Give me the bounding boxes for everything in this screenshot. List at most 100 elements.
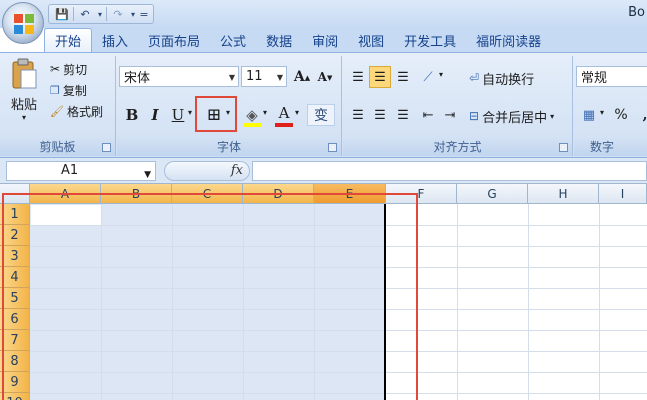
increase-indent-button[interactable]: ⇥ xyxy=(439,104,461,126)
copy-icon: ❐ xyxy=(50,83,60,97)
chevron-down-icon: ▼ xyxy=(228,73,235,82)
fill-dropdown-icon[interactable]: ▾ xyxy=(263,108,267,117)
ribbon: 粘贴 ▾ ✂ 剪切 ❐ 复制 🖌 格式刷 剪贴板 宋体 ▼ 11 ▼ A ▲ A ▼… xyxy=(0,52,647,158)
copy-button[interactable]: ❐ 复制 xyxy=(50,81,87,99)
title-bar: 💾 ↶ ▾ ↷ ▾ = Bo xyxy=(0,0,647,28)
office-logo-icon xyxy=(14,14,34,34)
brush-icon: 🖌 xyxy=(50,104,64,118)
chevron-down-icon: ▾ xyxy=(550,111,555,121)
undo-dropdown-icon[interactable]: ▾ xyxy=(96,6,104,22)
alignment-launcher-icon[interactable] xyxy=(559,143,568,152)
office-button[interactable] xyxy=(2,2,44,44)
shrink-font-button[interactable]: A ▼ xyxy=(314,66,336,88)
currency-icon: ▦ xyxy=(582,107,596,123)
grow-font-button[interactable]: A ▲ xyxy=(291,66,313,88)
paste-icon xyxy=(12,58,37,89)
align-right-button[interactable]: ☰ xyxy=(392,104,414,126)
alignment-group-label: 对齐方式 xyxy=(343,138,572,156)
font-name-combo[interactable]: 宋体 ▼ xyxy=(119,66,239,87)
column-header-g[interactable]: G xyxy=(457,184,528,204)
align-top-icon: ☰ xyxy=(352,69,364,85)
tab-view[interactable]: 视图 xyxy=(348,28,394,52)
font-color-swatch xyxy=(275,123,293,127)
customize-qat-icon[interactable]: = xyxy=(139,6,149,22)
number-format-combo[interactable]: 常规 xyxy=(576,66,647,87)
italic-button[interactable]: I xyxy=(144,104,166,126)
tab-home[interactable]: 开始 xyxy=(44,28,93,52)
align-top-button[interactable]: ☰ xyxy=(347,66,369,88)
tab-foxit-reader[interactable]: 福昕阅读器 xyxy=(466,28,551,52)
fx-icon: fx xyxy=(230,163,243,178)
align-bottom-button[interactable]: ☰ xyxy=(392,66,414,88)
comma-icon: , xyxy=(642,107,647,123)
scissors-icon: ✂ xyxy=(50,62,61,76)
redo-icon[interactable]: ↷ xyxy=(109,6,127,22)
clipboard-launcher-icon[interactable] xyxy=(102,143,111,152)
align-right-icon: ☰ xyxy=(397,107,409,123)
currency-button[interactable]: ▦ xyxy=(578,104,600,126)
align-left-button[interactable]: ☰ xyxy=(347,104,369,126)
tab-page-layout[interactable]: 页面布局 xyxy=(138,28,210,52)
shrink-font-icon: A xyxy=(317,70,327,84)
align-center-button[interactable]: ☰ xyxy=(369,104,391,126)
decrease-indent-icon: ⇤ xyxy=(422,107,434,123)
tab-developer[interactable]: 开发工具 xyxy=(394,28,466,52)
quick-access-toolbar: 💾 ↶ ▾ ↷ ▾ = xyxy=(48,4,154,24)
increase-indent-icon: ⇥ xyxy=(444,107,456,123)
tab-insert[interactable]: 插入 xyxy=(92,28,138,52)
chevron-down-icon: ▼ xyxy=(276,73,283,82)
paste-dropdown-icon: ▾ xyxy=(21,113,26,122)
borders-highlight-box xyxy=(195,96,237,132)
format-painter-label: 格式刷 xyxy=(66,104,103,119)
column-header-h[interactable]: H xyxy=(528,184,599,204)
spreadsheet-grid[interactable]: A B C D E F G H I 1 2 3 4 5 6 7 8 9 10 xyxy=(0,184,647,400)
percent-button[interactable]: % xyxy=(610,104,632,126)
font-color-dropdown-icon[interactable]: ▾ xyxy=(295,108,299,117)
font-color-icon: A xyxy=(278,104,290,122)
align-middle-button[interactable]: ☰ xyxy=(369,66,391,88)
number-format-value: 常规 xyxy=(581,71,608,86)
window-title: Bo xyxy=(628,5,645,20)
tab-formulas[interactable]: 公式 xyxy=(210,28,256,52)
underline-icon: U xyxy=(171,106,185,124)
orientation-dropdown-icon[interactable]: ▾ xyxy=(439,70,443,79)
phonetic-button[interactable]: 变 xyxy=(307,104,335,126)
wrap-text-button[interactable]: ⏎ 自动换行 xyxy=(469,68,534,88)
font-color-button[interactable]: A xyxy=(273,102,295,124)
merge-center-button[interactable]: ⊟ 合并后居中 ▾ xyxy=(469,106,554,126)
format-painter-button[interactable]: 🖌 格式刷 xyxy=(50,102,103,120)
number-group-label: 数字 xyxy=(574,138,647,156)
cut-button[interactable]: ✂ 剪切 xyxy=(50,60,87,78)
save-icon[interactable]: 💾 xyxy=(53,6,71,22)
paint-bucket-icon: ◈ xyxy=(246,106,258,124)
gridline xyxy=(457,204,458,400)
insert-function-button[interactable]: fx xyxy=(164,161,250,181)
paste-button[interactable]: 粘贴 ▾ xyxy=(4,58,44,132)
comma-style-button[interactable]: , xyxy=(634,104,647,126)
redo-dropdown-icon[interactable]: ▾ xyxy=(129,6,137,22)
decrease-indent-button[interactable]: ⇤ xyxy=(417,104,439,126)
tab-review[interactable]: 审阅 xyxy=(302,28,348,52)
bold-button[interactable]: B xyxy=(121,104,143,126)
underline-button[interactable]: U xyxy=(167,104,189,126)
tab-data[interactable]: 数据 xyxy=(256,28,302,52)
wrap-text-icon: ⏎ xyxy=(469,71,480,85)
font-launcher-icon[interactable] xyxy=(328,143,337,152)
clipboard-group: 粘贴 ▾ ✂ 剪切 ❐ 复制 🖌 格式刷 剪贴板 xyxy=(0,56,116,156)
grow-font-icon: A xyxy=(293,69,305,85)
copy-label: 复制 xyxy=(62,83,87,98)
fill-color-swatch xyxy=(243,123,261,127)
font-size-combo[interactable]: 11 ▼ xyxy=(241,66,287,87)
align-middle-icon: ☰ xyxy=(374,69,386,85)
percent-icon: % xyxy=(614,107,628,123)
orientation-button[interactable]: ⟋ xyxy=(417,66,439,88)
formula-input[interactable] xyxy=(252,161,647,181)
column-header-i[interactable]: I xyxy=(599,184,647,204)
undo-icon[interactable]: ↶ xyxy=(76,6,94,22)
bold-icon: B xyxy=(125,106,139,124)
number-group: 常规 ▦ ▾ % , 数字 xyxy=(574,56,647,156)
underline-dropdown-icon[interactable]: ▾ xyxy=(188,108,192,117)
cut-label: 剪切 xyxy=(63,62,88,77)
name-box[interactable]: A1 ▼ xyxy=(6,161,156,181)
currency-dropdown-icon[interactable]: ▾ xyxy=(600,108,604,117)
